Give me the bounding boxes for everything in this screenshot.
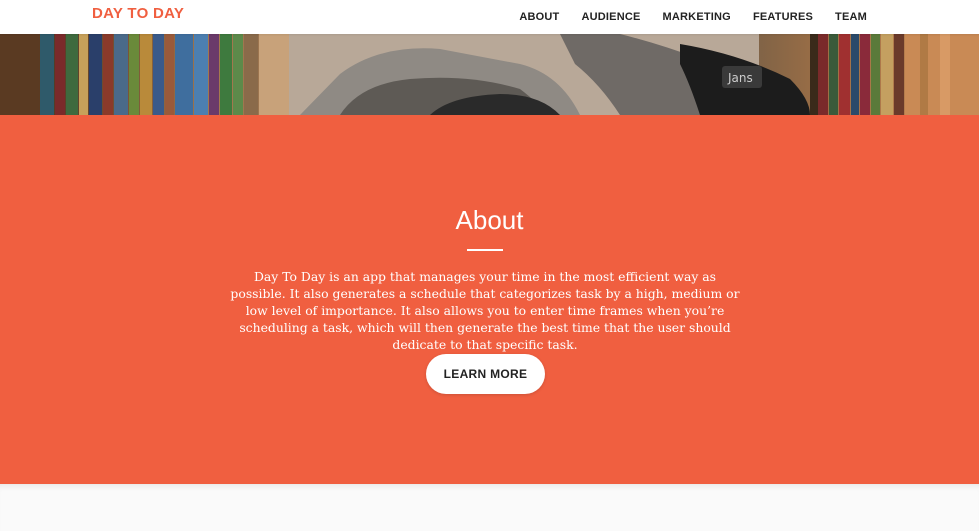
nav-link-about[interactable]: ABOUT	[519, 11, 559, 23]
nav-link-marketing[interactable]: MARKETING	[663, 11, 731, 23]
next-section	[0, 484, 979, 531]
nav-links: ABOUT AUDIENCE MARKETING FEATURES TEAM	[519, 0, 867, 34]
nav-link-team[interactable]: TEAM	[835, 11, 867, 23]
brand-logo-link[interactable]: DAY TO DAY	[92, 5, 184, 22]
about-description: Day To Day is an app that manages your t…	[230, 269, 740, 352]
about-section: About Day To Day is an app that manages …	[0, 115, 979, 484]
nav-link-features[interactable]: FEATURES	[753, 11, 813, 23]
about-divider	[467, 249, 503, 251]
hero-background-image: Jans	[0, 34, 979, 115]
hero-photo-illustration: Jans	[0, 34, 979, 115]
learn-more-button[interactable]: LEARN MORE	[426, 354, 545, 394]
top-navbar: DAY TO DAY ABOUT AUDIENCE MARKETING FEAT…	[0, 0, 979, 34]
about-heading: About	[455, 205, 524, 235]
svg-text:Jans: Jans	[727, 71, 753, 85]
nav-link-audience[interactable]: AUDIENCE	[581, 11, 640, 23]
